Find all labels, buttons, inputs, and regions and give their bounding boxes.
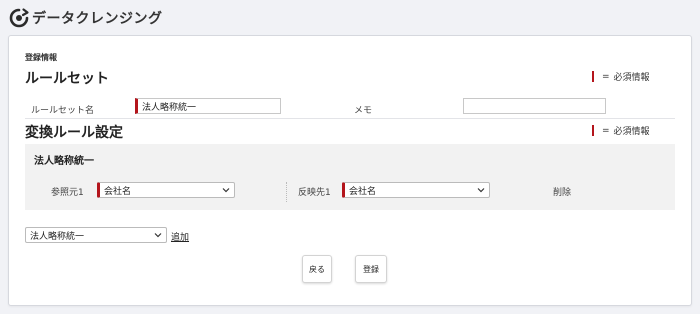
source-select-value: 会社名 (104, 186, 132, 197)
transform-heading: 変換ルール設定 (25, 125, 123, 141)
required-note-text: 必須情報 (613, 73, 650, 83)
delete-button[interactable]: 削除 (553, 185, 571, 198)
required-note-text: 必須情報 (613, 127, 650, 137)
cleansing-logo-icon (9, 8, 29, 28)
app-header: データクレンジング (8, 7, 163, 29)
chevron-down-icon (477, 188, 485, 193)
source-select[interactable]: 会社名 (97, 182, 235, 198)
app-title: データクレンジング (32, 11, 163, 27)
add-rule-select[interactable]: 法人略称統一 (25, 227, 167, 243)
target-select-value: 会社名 (349, 186, 377, 197)
ruleset-heading: ルールセット (25, 71, 109, 87)
register-button[interactable]: 登録 (355, 255, 387, 283)
column-separator (286, 182, 287, 202)
add-link[interactable]: 追加 (171, 230, 189, 243)
chevron-down-icon (154, 233, 162, 238)
required-note: = 必須情報 (592, 70, 650, 83)
registration-card: 登録情報 ルールセット = 必須情報 ルールセット名 メモ 変換ルール設定 = … (8, 35, 692, 306)
rule-block: 法人略称統一 参照元1 会社名 反映先1 会社名 削除 (25, 144, 675, 210)
back-button[interactable]: 戻る (302, 255, 332, 283)
required-marker (592, 71, 594, 82)
ruleset-name-label: ルールセット名 (31, 106, 95, 116)
memo-input[interactable] (463, 98, 606, 114)
transform-required-note: = 必須情報 (592, 124, 650, 137)
chevron-down-icon (222, 188, 230, 193)
required-note-symbol: = (602, 71, 610, 82)
required-marker (592, 125, 594, 136)
memo-label: メモ (354, 106, 373, 116)
add-rule-select-value: 法人略称統一 (30, 231, 85, 242)
rule-title: 法人略称統一 (34, 156, 94, 167)
section-divider (25, 118, 675, 119)
section-caption: 登録情報 (25, 53, 57, 62)
target-label: 反映先1 (298, 188, 331, 198)
ruleset-name-input[interactable] (135, 98, 281, 114)
source-label: 参照元1 (51, 188, 84, 198)
required-note-symbol: = (602, 125, 610, 136)
target-select[interactable]: 会社名 (342, 182, 490, 198)
